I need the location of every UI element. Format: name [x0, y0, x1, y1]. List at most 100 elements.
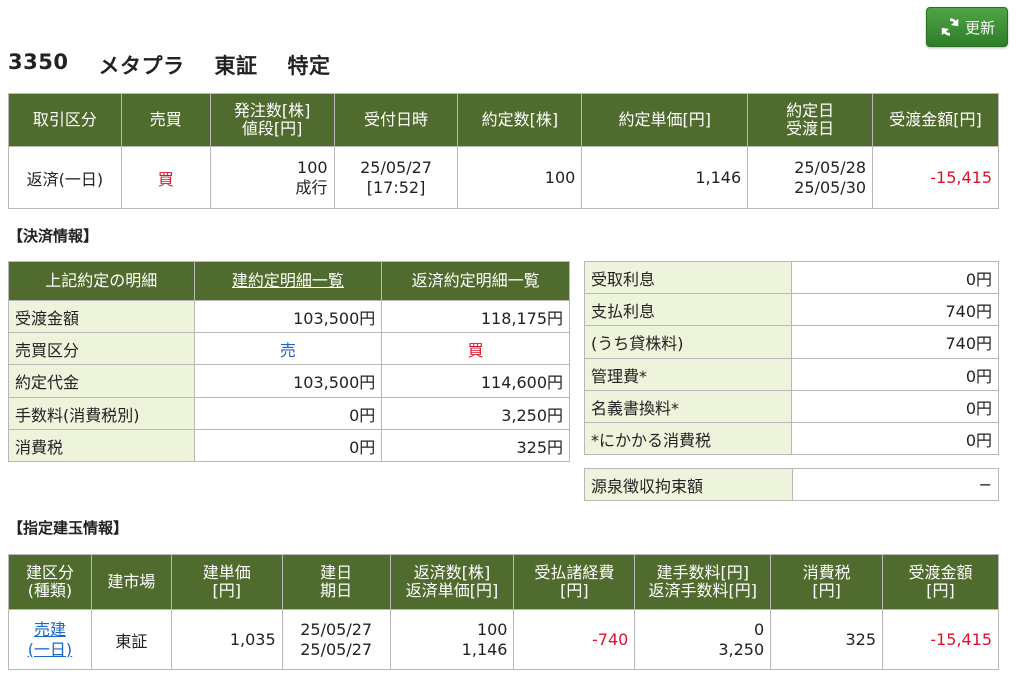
dates-cell: 25/05/27 25/05/27: [281, 609, 391, 670]
col-exec-price: 約定単価[円]: [581, 93, 749, 147]
col-exec-settle-date: 約定日 受渡日: [747, 93, 874, 147]
side: 買: [120, 146, 211, 209]
col-open-price: 建単価 [円]: [170, 554, 283, 610]
close-value: 118,175円: [381, 300, 570, 333]
header-line: 受払諸経費: [534, 563, 615, 582]
open-value: 103,500円: [193, 364, 383, 398]
col-tax: 消費税 [円]: [770, 554, 884, 610]
position-market: 東証: [90, 609, 172, 670]
row-label: 受渡金額: [8, 300, 195, 333]
exec-date: 25/05/28: [794, 157, 867, 177]
close-price: 1,146: [461, 639, 508, 659]
price-type: 成行: [295, 177, 328, 197]
row-value: 0円: [791, 422, 999, 455]
amount: -15,415: [872, 146, 999, 209]
page-title: 3350 メタプラ 東証 特定: [8, 50, 330, 80]
close-fee: 3,250: [718, 639, 765, 659]
settlement-row: 売買区分 売 買: [8, 332, 570, 365]
header-line: 建単価: [202, 563, 251, 582]
refresh-icon: [939, 16, 961, 38]
header-line: 受渡金額: [908, 563, 973, 582]
col-fees: 建手数料[円] 返済手数料[円]: [634, 554, 772, 610]
col-amount: 受渡金額[円]: [872, 93, 999, 147]
row-value: 0円: [791, 390, 999, 423]
account-type: 特定: [287, 54, 331, 78]
position-table: 建区分 (種類) 建市場 建単価 [円] 建日 期日 返済数[株] 返済単価[円] 受払…: [8, 554, 999, 670]
position-type-link[interactable]: 売建 (一日): [8, 609, 92, 670]
withholding-value: −: [791, 468, 999, 501]
refresh-label: 更新: [964, 18, 995, 37]
open-value: 0円: [193, 429, 383, 462]
close-detail-link[interactable]: 返済約定明細一覧: [381, 261, 570, 301]
col-exec-date: 約定日: [786, 101, 835, 120]
order-table: 取引区分 売買 発注数[株] 値段[円] 受付日時 約定数[株] 約定単価[円]…: [8, 93, 999, 209]
col-trade-type: 取引区分: [8, 93, 122, 147]
col-position-type: 建区分 (種類): [8, 554, 92, 610]
exec-qty: 100: [457, 146, 583, 209]
col-side: 売買: [120, 93, 211, 147]
row-value: 740円: [791, 293, 999, 326]
open-date: 25/05/27: [300, 619, 373, 639]
interest-row: 支払利息 740円: [583, 293, 999, 326]
interest-row: 管理費* 0円: [583, 358, 999, 391]
settlement-row: 約定代金 103,500円 114,600円: [8, 364, 570, 398]
col-close-qty-price: 返済数[株] 返済単価[円]: [389, 554, 515, 610]
recv-cell: 25/05/27 [17:52]: [333, 146, 459, 209]
header-line: [円]: [560, 581, 589, 600]
row-label: 名義書換料*: [583, 390, 793, 423]
col-exec-qty: 約定数[株]: [457, 93, 583, 147]
row-label: (うち貸株料): [583, 325, 793, 359]
close-cell: 100 1,146: [389, 609, 515, 670]
col-amount: 受渡金額[円]: [882, 554, 999, 610]
order-qty-cell: 100 成行: [209, 146, 335, 209]
settle-date: 25/05/30: [794, 177, 867, 197]
recv-time: [17:52]: [366, 177, 426, 197]
open-detail-link[interactable]: 建約定明細一覧: [193, 261, 383, 301]
row-value: 740円: [791, 325, 999, 359]
settlement-row: 受渡金額 103,500円 118,175円: [8, 300, 570, 333]
row-label: 売買区分: [8, 332, 195, 365]
interest-row: (うち貸株料) 740円: [583, 325, 999, 359]
header-line: [円]: [812, 581, 841, 600]
interest-row: 名義書換料* 0円: [583, 390, 999, 423]
col-order-qty-price: 発注数[株] 値段[円]: [209, 93, 335, 147]
col-dates: 建日 期日: [281, 554, 391, 610]
position-type[interactable]: 売建: [15, 620, 85, 640]
order-row: 返済(一日) 買 100 成行 25/05/27 [17:52] 100 1,1…: [8, 146, 999, 209]
header-line: 消費税: [802, 563, 851, 582]
position-kind[interactable]: (一日): [15, 640, 85, 660]
header-line: 建日: [320, 563, 353, 582]
row-label: 約定代金: [8, 364, 195, 398]
header-line: 返済手数料[円]: [648, 581, 758, 600]
header-line: 期日: [320, 581, 353, 600]
settlement-section-label: 【決済情報】: [8, 227, 99, 245]
row-label: 受取利息: [583, 261, 793, 294]
close-value: 325円: [381, 429, 570, 462]
col-settle-date: 受渡日: [786, 119, 835, 138]
refresh-button[interactable]: 更新: [926, 7, 1008, 47]
interest-row: *にかかる消費税 0円: [583, 422, 999, 455]
open-value: 103,500円: [193, 300, 383, 333]
row-label: 手数料(消費税別): [8, 397, 195, 430]
exec-price: 1,146: [581, 146, 749, 209]
col-detail: 上記約定の明細: [8, 261, 195, 301]
settlement-row: 手数料(消費税別) 0円 3,250円: [8, 397, 570, 430]
col-recv-time: 受付日時: [333, 93, 459, 147]
close-value: 114,600円: [381, 364, 570, 398]
header-line: 返済数[株]: [413, 563, 491, 582]
withholding-label: 源泉徴収拘束額: [584, 468, 793, 501]
close-value: 3,250円: [381, 397, 570, 430]
row-value: 0円: [791, 358, 999, 391]
stock-code: 3350: [8, 50, 69, 74]
open-price: 1,035: [170, 609, 283, 670]
header-line: 建区分: [25, 563, 74, 582]
row-label: *にかかる消費税: [583, 422, 793, 455]
position-row: 売建 (一日) 東証 1,035 25/05/27 25/05/27 100 1…: [8, 609, 999, 670]
settlement-row: 消費税 0円 325円: [8, 429, 570, 462]
open-side: 売: [193, 332, 383, 365]
interest-table: 受取利息 0円 支払利息 740円 (うち貸株料) 740円 管理費* 0円 名…: [583, 261, 999, 455]
market-name: 東証: [214, 54, 258, 78]
header-line: 建手数料[円]: [656, 563, 750, 582]
header-line: 返済単価[円]: [405, 581, 499, 600]
tax: 325: [770, 609, 884, 670]
